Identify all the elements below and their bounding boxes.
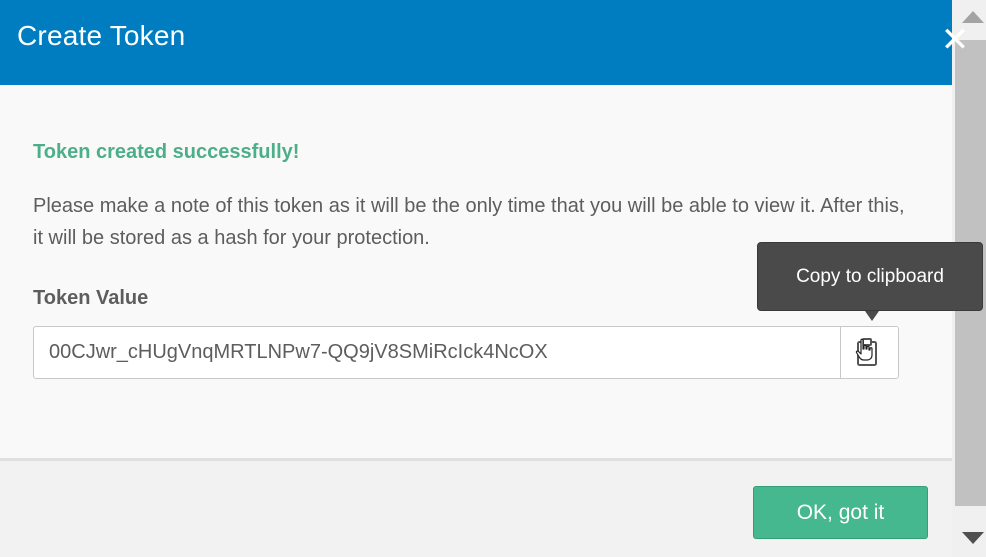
token-value-label: Token Value bbox=[33, 287, 149, 309]
token-value-input[interactable] bbox=[34, 327, 841, 378]
token-field bbox=[33, 326, 899, 379]
copy-to-clipboard-button[interactable] bbox=[840, 327, 898, 378]
ok-got-it-button[interactable]: OK, got it bbox=[753, 486, 928, 539]
success-message: Token created successfully! bbox=[33, 141, 300, 163]
copy-tooltip: Copy to clipboard bbox=[757, 242, 983, 311]
dialog-title: Create Token bbox=[17, 20, 186, 51]
tooltip-arrow bbox=[865, 311, 879, 321]
scroll-down-arrow-icon[interactable] bbox=[952, 521, 986, 557]
hand-cursor-icon bbox=[855, 338, 873, 361]
close-icon[interactable]: ✕ bbox=[940, 23, 970, 57]
dialog-header: Create Token bbox=[0, 0, 952, 85]
